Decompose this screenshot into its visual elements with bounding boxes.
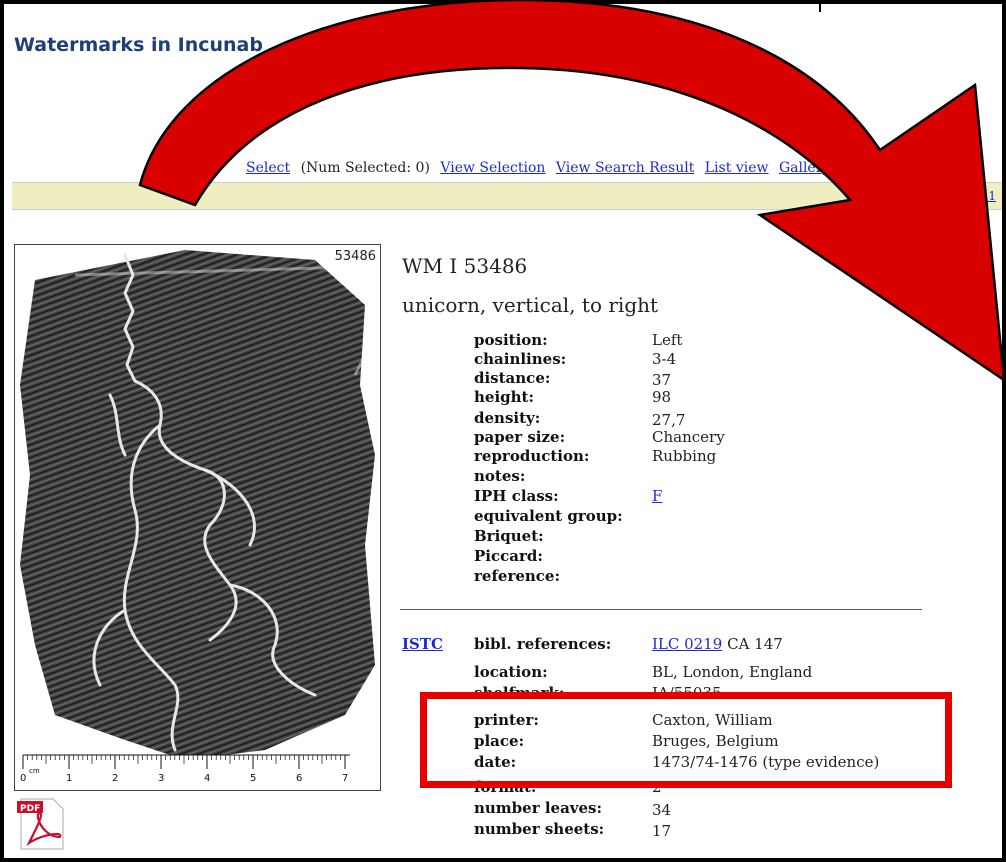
field-value: 27,7 [652, 411, 686, 429]
field-label: distance: [474, 369, 551, 387]
num-selected: (Num Selected: 0) [300, 160, 430, 176]
field-value: 3-4 [652, 350, 677, 368]
bibl-reference-link[interactable]: ILC 0219 [652, 635, 722, 653]
field-label: position: [474, 331, 548, 349]
view-selection-link[interactable]: View Selection [440, 160, 545, 176]
gallery-view-link[interactable]: Gallery view [779, 160, 867, 176]
field-label: Briquet: [474, 527, 544, 545]
field-label: height: [474, 388, 535, 406]
ruler-number: 3 [158, 773, 164, 784]
highlight-box [420, 692, 952, 788]
page-title-left: Watermarks in Incunab [14, 34, 263, 56]
field-value: Left [652, 331, 683, 349]
first-page-link[interactable]: << [939, 189, 959, 203]
list-view-link[interactable]: List view [705, 160, 769, 176]
result-nav: Select (Num Selected: 0) View Selection … [246, 160, 867, 176]
section-divider [400, 609, 922, 610]
field-label: location: [474, 663, 548, 681]
page-title: Watermarks in Incunab nted in the Low Cou… [14, 34, 736, 56]
field-label: reference: [474, 567, 561, 585]
field-value: 37 [652, 371, 672, 389]
ruler-number: 7 [342, 773, 348, 784]
field-label: notes: [474, 467, 526, 485]
select-link[interactable]: Select [246, 160, 290, 176]
ruler-unit: cm [29, 767, 40, 775]
pdf-icon[interactable]: PDF [17, 797, 67, 851]
field-value: ILC 0219 CA 147 [652, 635, 783, 653]
image-id: 53486 [334, 249, 376, 264]
istc-link[interactable]: ISTC [402, 635, 443, 653]
field-label: bibl. references: [474, 635, 612, 653]
ruler-number: 1 [66, 773, 72, 784]
field-label: chainlines: [474, 350, 567, 368]
watermark-description: unicorn, vertical, to right [402, 293, 659, 317]
view-search-result-link[interactable]: View Search Result [556, 160, 694, 176]
field-label: number sheets: [474, 820, 605, 838]
watermark-number: WM I 53486 [402, 254, 528, 278]
ruler-number: 0 [20, 773, 26, 784]
field-value: Chancery [652, 428, 725, 446]
field-value: F [652, 487, 662, 505]
field-label: equivalent group: [474, 507, 623, 525]
ruler-number: 5 [250, 773, 256, 784]
watermark-rubbing: 0 1 2 3 4 5 6 7 cm [15, 246, 380, 790]
field-value: 17 [652, 822, 672, 840]
field-value: 34 [652, 801, 672, 819]
field-label: paper size: [474, 428, 566, 446]
pager-bar: << < 1 [12, 182, 1002, 210]
page-title-right: nted in the Low Countries (WILC) [380, 34, 737, 56]
ruler-number: 2 [112, 773, 118, 784]
iph-class-link[interactable]: F [652, 487, 662, 505]
watermark-image[interactable]: 0 1 2 3 4 5 6 7 cm 53486 [14, 244, 381, 791]
field-label: number leaves: [474, 799, 603, 817]
field-value: 98 [652, 388, 672, 406]
field-label: reproduction: [474, 447, 590, 465]
pager: << < 1 [927, 189, 996, 203]
field-value: Rubbing [652, 447, 717, 465]
prev-page-link[interactable]: < 1 [974, 189, 996, 203]
ruler-number: 4 [204, 773, 210, 784]
field-label: IPH class: [474, 487, 559, 505]
svg-text:PDF: PDF [20, 804, 40, 814]
ruler-number: 6 [296, 773, 302, 784]
field-value: BL, London, England [652, 663, 813, 681]
bibl-reference-rest: CA 147 [727, 635, 783, 653]
field-label: density: [474, 409, 541, 427]
field-label: Piccard: [474, 547, 543, 565]
